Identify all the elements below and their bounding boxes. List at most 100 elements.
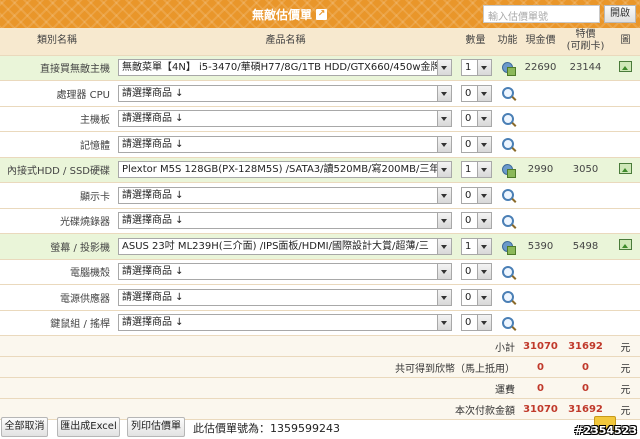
product-select-value: 請選擇商品 ↓ (122, 291, 184, 303)
tools-icon[interactable] (501, 61, 516, 77)
chevron-down-icon (437, 289, 451, 305)
search-icon[interactable] (501, 189, 514, 202)
tools-icon[interactable] (501, 163, 516, 179)
row-category: 電源供應器 (0, 284, 114, 311)
clear-all-button[interactable]: 全部取消 (1, 417, 48, 437)
open-button[interactable]: 開啟 (604, 5, 636, 23)
search-icon[interactable] (501, 265, 514, 278)
row-qty-cell: 1 (457, 157, 494, 183)
chevron-down-icon (437, 187, 451, 203)
product-select[interactable]: 請選擇商品 ↓ (118, 110, 452, 128)
product-select[interactable]: 請選擇商品 ↓ (118, 212, 452, 230)
qty-select-value: 1 (465, 164, 472, 176)
row-product-cell: 請選擇商品 ↓ (114, 310, 457, 336)
card-price-header-line2: (可刷卡) (566, 41, 605, 53)
product-select[interactable]: 請選擇商品 ↓ (118, 288, 452, 306)
row-category: 光碟燒錄器 (0, 208, 114, 234)
qty-select[interactable]: 0 (461, 314, 492, 332)
external-link-icon[interactable]: ↗ (316, 9, 328, 20)
row-card-price (560, 284, 611, 311)
qty-select[interactable]: 0 (461, 110, 492, 128)
row-cash-price: 22690 (521, 55, 560, 81)
qty-select[interactable]: 1 (461, 237, 492, 255)
qty-select[interactable]: 0 (461, 212, 492, 230)
row-qty-cell: 0 (457, 284, 494, 311)
qty-select-value: 0 (465, 189, 472, 201)
column-header-qty: 數量 (457, 28, 494, 56)
product-image-icon[interactable] (619, 162, 632, 174)
row-card-price (560, 106, 611, 132)
row-qty-cell: 0 (457, 182, 494, 209)
search-icon[interactable] (501, 87, 514, 100)
qty-select[interactable]: 1 (461, 161, 492, 179)
search-icon[interactable] (501, 138, 514, 151)
product-image-icon[interactable] (619, 60, 632, 72)
row-cash-price (521, 259, 560, 285)
row-qty-cell: 0 (457, 131, 494, 158)
product-select-value: 無敵菜單【4N】 i5-3470/華碩H77/8G/1TB HDD/GTX660… (122, 62, 441, 74)
chevron-down-icon (437, 264, 451, 280)
qty-select[interactable]: 0 (461, 84, 492, 102)
quote-table: 類別名稱 產品名稱 數量 功能 現金價 特價 (可刷卡) 圖 直接買無敵主機 無敵菜… (0, 28, 640, 420)
product-select[interactable]: ASUS 23吋 ML239H(三介面) /IPS面板/HDMI/國際設計大賞/… (118, 237, 452, 255)
qty-select[interactable]: 0 (461, 288, 492, 306)
qty-select[interactable]: 1 (461, 59, 492, 77)
search-icon[interactable] (501, 316, 514, 329)
table-row: 顯示卡 請選擇商品 ↓ 0 (0, 182, 640, 209)
row-image-cell (611, 106, 640, 132)
row-product-cell: 請選擇商品 ↓ (114, 208, 457, 234)
qty-select[interactable]: 0 (461, 263, 492, 281)
table-row: 電腦機殼 請選擇商品 ↓ 0 (0, 259, 640, 285)
row-card-price (560, 310, 611, 336)
summary-card: 0 (560, 377, 611, 399)
row-cash-price (521, 80, 560, 107)
column-header-image: 圖 (611, 28, 640, 56)
summary-unit: 元 (611, 377, 640, 399)
qty-select-value: 0 (465, 87, 472, 99)
row-image-cell (611, 55, 640, 81)
row-func-cell (494, 55, 521, 81)
chevron-down-icon (437, 111, 451, 127)
page-title: 無敵估價單 ↗ (252, 6, 328, 23)
product-select[interactable]: 無敵菜單【4N】 i5-3470/華碩H77/8G/1TB HDD/GTX660… (118, 59, 452, 77)
row-func-cell (494, 131, 521, 158)
row-category: 電腦機殼 (0, 259, 114, 285)
tools-icon[interactable] (501, 240, 516, 255)
search-icon[interactable] (501, 291, 514, 304)
search-icon[interactable] (501, 112, 514, 125)
product-select[interactable]: 請選擇商品 ↓ (118, 135, 452, 153)
product-image-icon[interactable] (619, 239, 632, 251)
row-category: 處理器 CPU (0, 80, 114, 107)
chevron-down-icon (477, 264, 491, 280)
search-icon[interactable] (501, 214, 514, 227)
qty-select[interactable]: 0 (461, 186, 492, 204)
product-select[interactable]: 請選擇商品 ↓ (118, 186, 452, 204)
product-select[interactable]: 請選擇商品 ↓ (118, 84, 452, 102)
footer-bar: 全部取消 匯出成Excel 列印估價單 此估價單號為：1359599243 #2… (0, 414, 640, 439)
qty-select-value: 1 (465, 240, 472, 252)
product-select[interactable]: Plextor M5S 128GB(PX-128M5S) /SATA3/讀520… (118, 161, 452, 179)
row-product-cell: 請選擇商品 ↓ (114, 284, 457, 311)
product-select[interactable]: 請選擇商品 ↓ (118, 263, 452, 281)
summary-label: 小計 (0, 335, 521, 357)
qty-select-value: 0 (465, 215, 472, 227)
summary-cash: 31070 (521, 335, 560, 357)
quote-number-input[interactable]: 輸入估價單號 (483, 5, 600, 23)
row-qty-cell: 0 (457, 208, 494, 234)
row-image-cell (611, 80, 640, 107)
row-card-price: 5498 (560, 233, 611, 260)
summary-cash: 0 (521, 356, 560, 378)
row-func-cell (494, 310, 521, 336)
row-category: 顯示卡 (0, 182, 114, 209)
export-excel-button[interactable]: 匯出成Excel (57, 417, 120, 437)
row-cash-price (521, 106, 560, 132)
product-select[interactable]: 請選擇商品 ↓ (118, 314, 452, 332)
row-cash-price (521, 310, 560, 336)
summary-label: 共可得到欣幣（馬上抵用） (0, 356, 521, 378)
row-func-cell (494, 284, 521, 311)
qty-select[interactable]: 0 (461, 135, 492, 153)
row-cash-price: 5390 (521, 233, 560, 260)
print-quote-button[interactable]: 列印估價單 (127, 417, 185, 437)
row-cash-price (521, 284, 560, 311)
summary-unit: 元 (611, 356, 640, 378)
